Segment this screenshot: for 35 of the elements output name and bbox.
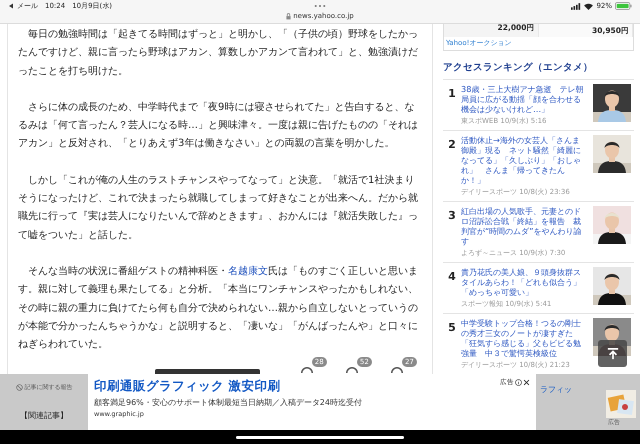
article-paragraph: 毎日の勉強時間は「起きてる時間はずっと」と明かし、「（子供の頃）野球をしたかったんですけど、親に言ったら野球はアカン、算数しかアカンて言われて」と、勉強漬けだったことを打ち明けた。 — [18, 28, 419, 79]
rank-number: 2 — [447, 137, 457, 151]
close-icon[interactable] — [523, 379, 530, 386]
battery-icon — [615, 2, 632, 10]
related-heading: 【関連記事】 — [20, 410, 68, 421]
ad-title[interactable]: 印刷通販グラフィック 激安印刷 — [94, 378, 280, 395]
ranking-headline[interactable]: 中学受験トップ合格！つるの剛士の秀才三女のノートが凄すぎた「狂気すら感じる」父もビビる勉強量 中３で驚愕英検級位 — [461, 318, 587, 358]
ranking-headline[interactable]: 貴乃花氏の美人娘、９頭身抜群スタイルあらわ！「どれも似合う」「めっちゃ可愛い」 — [461, 267, 587, 297]
home-indicator[interactable] — [236, 436, 404, 438]
article-paragraph: さらに体の成長のため、中学時代まで「夜9時には寝させられてた」と告白すると、なるみは「何て言ったん？芸人になる時…」と興味津々。一度は親に告げたものの「それはアカン」と反対され、「とりあえず3年は働きなさい」との両親の言葉を明かした。 — [18, 100, 419, 152]
reaction-icon[interactable] — [389, 367, 406, 374]
ad-description: 顧客満足96%・安心のサポート体制最短当日納期／入稿データ24時迄受付 — [94, 397, 363, 408]
ranking-headline[interactable]: 38歳・三上大樹アナ急逝 テレ朝局員に広がる動揺「顔を合わせる機会は少ないけれど…」 — [461, 84, 587, 114]
more-icon[interactable] — [314, 4, 326, 8]
ranking-headline[interactable]: 活動休止→海外の女芸人「さんま御殿」現る ネット騒然「綺麗になってる」「久しぶり」「おしゃれ」 さんま「帰ってきたんか！」 — [461, 135, 587, 185]
scroll-top-button[interactable] — [598, 340, 627, 367]
reaction-icon[interactable] — [344, 367, 360, 374]
signal-icon — [571, 2, 582, 10]
back-icon[interactable] — [8, 3, 14, 9]
reaction-icon[interactable] — [299, 367, 316, 374]
article-paragraph: そんな当時の状況に番組ゲストの精神科医・名越康文氏は「ものすごく正しいと思います。親に対して義理も果たしてる」と分析。「本当にワンチャンスやったかもしれない、その時に親の重力に負けてたら何も自分で決められない…親から自立しないとっていうのが本能で分かったんちゃうかな」と説明すると、「凄いな」「がんばったんや」と口々にねぎらわれていた。 — [18, 264, 419, 352]
ranking-heading: アクセスランキング（エンタメ） — [443, 51, 634, 80]
prohibited-icon — [16, 384, 22, 391]
ad-title[interactable]: ラフィッ — [540, 384, 572, 395]
person-link[interactable]: 名越康文 — [228, 266, 268, 277]
info-icon[interactable] — [515, 379, 522, 386]
lock-icon — [286, 12, 292, 20]
article-paragraph: しかし「これが俺の人生のラストチャンスやってなって」と決意。「就活で1社決まりそうになったけど、これで決まったら就職してしまって好きなことが出来へん。だから就職先に行って『実は芸人になりたいんで辞めときます』、おかんには『就活失敗した』って嘘をついた」と話した。 — [18, 174, 419, 243]
rank-number: 4 — [447, 269, 457, 283]
rank-number: 5 — [447, 320, 457, 334]
ranking-headline[interactable]: 紅白出場の人気歌手、元妻とのドロ沼訴訟合戦「終結」を報告 裁判官が“時間のムダ”をやんわり諭す — [461, 206, 587, 246]
wifi-icon — [584, 2, 594, 10]
rank-number: 1 — [447, 86, 457, 100]
up-arrow-icon — [606, 348, 618, 360]
rank-number: 3 — [447, 208, 457, 222]
